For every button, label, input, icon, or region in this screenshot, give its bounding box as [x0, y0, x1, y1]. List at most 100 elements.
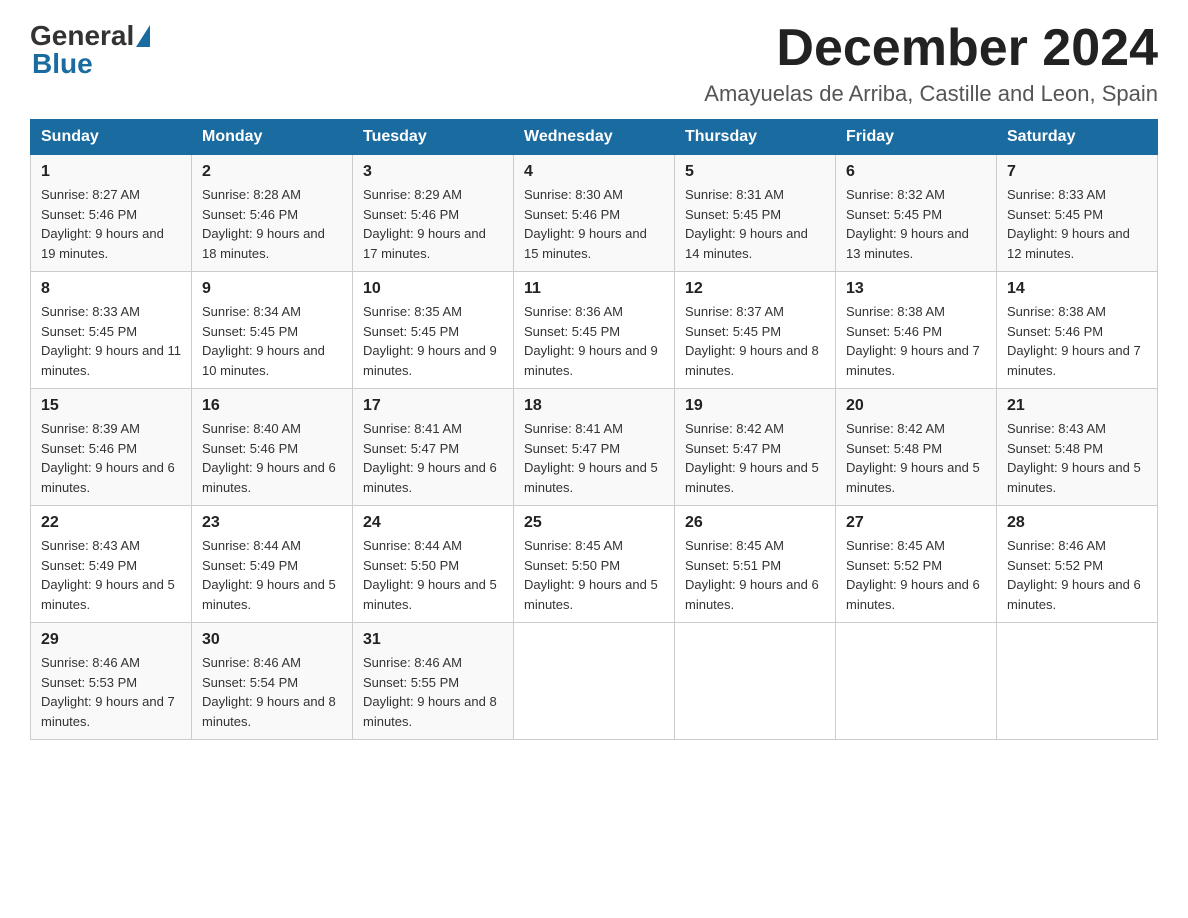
day-info: Sunrise: 8:34 AMSunset: 5:45 PMDaylight:… — [202, 302, 342, 380]
day-info: Sunrise: 8:43 AMSunset: 5:49 PMDaylight:… — [41, 536, 181, 614]
day-number: 17 — [363, 397, 503, 415]
calendar-day-cell: 28 Sunrise: 8:46 AMSunset: 5:52 PMDaylig… — [997, 506, 1158, 623]
day-info: Sunrise: 8:46 AMSunset: 5:55 PMDaylight:… — [363, 653, 503, 731]
day-info: Sunrise: 8:41 AMSunset: 5:47 PMDaylight:… — [363, 419, 503, 497]
calendar-day-cell: 19 Sunrise: 8:42 AMSunset: 5:47 PMDaylig… — [675, 389, 836, 506]
day-info: Sunrise: 8:32 AMSunset: 5:45 PMDaylight:… — [846, 185, 986, 263]
day-number: 24 — [363, 514, 503, 532]
calendar-week-row: 29 Sunrise: 8:46 AMSunset: 5:53 PMDaylig… — [31, 623, 1158, 740]
day-number: 11 — [524, 280, 664, 298]
day-info: Sunrise: 8:45 AMSunset: 5:52 PMDaylight:… — [846, 536, 986, 614]
calendar-day-cell: 2 Sunrise: 8:28 AMSunset: 5:46 PMDayligh… — [192, 155, 353, 272]
day-number: 29 — [41, 631, 181, 649]
day-info: Sunrise: 8:46 AMSunset: 5:52 PMDaylight:… — [1007, 536, 1147, 614]
calendar-day-cell: 29 Sunrise: 8:46 AMSunset: 5:53 PMDaylig… — [31, 623, 192, 740]
calendar-day-cell: 8 Sunrise: 8:33 AMSunset: 5:45 PMDayligh… — [31, 272, 192, 389]
calendar-day-cell: 21 Sunrise: 8:43 AMSunset: 5:48 PMDaylig… — [997, 389, 1158, 506]
day-number: 25 — [524, 514, 664, 532]
calendar-week-row: 15 Sunrise: 8:39 AMSunset: 5:46 PMDaylig… — [31, 389, 1158, 506]
day-number: 23 — [202, 514, 342, 532]
calendar-week-row: 1 Sunrise: 8:27 AMSunset: 5:46 PMDayligh… — [31, 155, 1158, 272]
day-number: 19 — [685, 397, 825, 415]
calendar-day-cell: 30 Sunrise: 8:46 AMSunset: 5:54 PMDaylig… — [192, 623, 353, 740]
day-info: Sunrise: 8:39 AMSunset: 5:46 PMDaylight:… — [41, 419, 181, 497]
day-number: 28 — [1007, 514, 1147, 532]
calendar-day-cell: 13 Sunrise: 8:38 AMSunset: 5:46 PMDaylig… — [836, 272, 997, 389]
day-number: 2 — [202, 163, 342, 181]
page-header: General Blue December 2024 Amayuelas de … — [30, 20, 1158, 107]
calendar-day-cell: 1 Sunrise: 8:27 AMSunset: 5:46 PMDayligh… — [31, 155, 192, 272]
day-number: 9 — [202, 280, 342, 298]
calendar-day-cell: 25 Sunrise: 8:45 AMSunset: 5:50 PMDaylig… — [514, 506, 675, 623]
calendar-day-cell — [675, 623, 836, 740]
day-number: 1 — [41, 163, 181, 181]
calendar-day-cell: 9 Sunrise: 8:34 AMSunset: 5:45 PMDayligh… — [192, 272, 353, 389]
day-info: Sunrise: 8:37 AMSunset: 5:45 PMDaylight:… — [685, 302, 825, 380]
calendar-week-row: 8 Sunrise: 8:33 AMSunset: 5:45 PMDayligh… — [31, 272, 1158, 389]
day-info: Sunrise: 8:30 AMSunset: 5:46 PMDaylight:… — [524, 185, 664, 263]
day-info: Sunrise: 8:31 AMSunset: 5:45 PMDaylight:… — [685, 185, 825, 263]
day-number: 20 — [846, 397, 986, 415]
day-number: 21 — [1007, 397, 1147, 415]
calendar-day-cell: 14 Sunrise: 8:38 AMSunset: 5:46 PMDaylig… — [997, 272, 1158, 389]
day-info: Sunrise: 8:38 AMSunset: 5:46 PMDaylight:… — [1007, 302, 1147, 380]
calendar-day-cell — [514, 623, 675, 740]
calendar-table: Sunday Monday Tuesday Wednesday Thursday… — [30, 119, 1158, 740]
day-info: Sunrise: 8:35 AMSunset: 5:45 PMDaylight:… — [363, 302, 503, 380]
logo: General Blue — [30, 20, 152, 80]
day-info: Sunrise: 8:36 AMSunset: 5:45 PMDaylight:… — [524, 302, 664, 380]
day-number: 22 — [41, 514, 181, 532]
calendar-day-cell: 24 Sunrise: 8:44 AMSunset: 5:50 PMDaylig… — [353, 506, 514, 623]
day-info: Sunrise: 8:40 AMSunset: 5:46 PMDaylight:… — [202, 419, 342, 497]
calendar-day-cell: 15 Sunrise: 8:39 AMSunset: 5:46 PMDaylig… — [31, 389, 192, 506]
day-number: 18 — [524, 397, 664, 415]
day-info: Sunrise: 8:41 AMSunset: 5:47 PMDaylight:… — [524, 419, 664, 497]
calendar-header-row: Sunday Monday Tuesday Wednesday Thursday… — [31, 120, 1158, 155]
calendar-day-cell: 6 Sunrise: 8:32 AMSunset: 5:45 PMDayligh… — [836, 155, 997, 272]
day-number: 15 — [41, 397, 181, 415]
col-monday: Monday — [192, 120, 353, 155]
day-number: 13 — [846, 280, 986, 298]
day-info: Sunrise: 8:42 AMSunset: 5:47 PMDaylight:… — [685, 419, 825, 497]
day-info: Sunrise: 8:28 AMSunset: 5:46 PMDaylight:… — [202, 185, 342, 263]
calendar-day-cell: 20 Sunrise: 8:42 AMSunset: 5:48 PMDaylig… — [836, 389, 997, 506]
day-info: Sunrise: 8:45 AMSunset: 5:50 PMDaylight:… — [524, 536, 664, 614]
calendar-day-cell: 18 Sunrise: 8:41 AMSunset: 5:47 PMDaylig… — [514, 389, 675, 506]
day-number: 31 — [363, 631, 503, 649]
day-number: 14 — [1007, 280, 1147, 298]
day-number: 10 — [363, 280, 503, 298]
col-sunday: Sunday — [31, 120, 192, 155]
calendar-day-cell: 26 Sunrise: 8:45 AMSunset: 5:51 PMDaylig… — [675, 506, 836, 623]
col-wednesday: Wednesday — [514, 120, 675, 155]
day-number: 26 — [685, 514, 825, 532]
calendar-day-cell — [997, 623, 1158, 740]
day-number: 4 — [524, 163, 664, 181]
logo-triangle-icon — [136, 25, 150, 47]
calendar-day-cell: 7 Sunrise: 8:33 AMSunset: 5:45 PMDayligh… — [997, 155, 1158, 272]
calendar-day-cell: 4 Sunrise: 8:30 AMSunset: 5:46 PMDayligh… — [514, 155, 675, 272]
col-saturday: Saturday — [997, 120, 1158, 155]
day-number: 8 — [41, 280, 181, 298]
day-number: 16 — [202, 397, 342, 415]
day-info: Sunrise: 8:46 AMSunset: 5:53 PMDaylight:… — [41, 653, 181, 731]
calendar-day-cell: 11 Sunrise: 8:36 AMSunset: 5:45 PMDaylig… — [514, 272, 675, 389]
calendar-day-cell — [836, 623, 997, 740]
day-info: Sunrise: 8:45 AMSunset: 5:51 PMDaylight:… — [685, 536, 825, 614]
logo-blue-text: Blue — [32, 48, 93, 79]
day-number: 12 — [685, 280, 825, 298]
title-block: December 2024 Amayuelas de Arriba, Casti… — [704, 20, 1158, 107]
location-subtitle: Amayuelas de Arriba, Castille and Leon, … — [704, 81, 1158, 107]
calendar-day-cell: 5 Sunrise: 8:31 AMSunset: 5:45 PMDayligh… — [675, 155, 836, 272]
day-info: Sunrise: 8:44 AMSunset: 5:50 PMDaylight:… — [363, 536, 503, 614]
calendar-day-cell: 31 Sunrise: 8:46 AMSunset: 5:55 PMDaylig… — [353, 623, 514, 740]
day-number: 7 — [1007, 163, 1147, 181]
col-thursday: Thursday — [675, 120, 836, 155]
day-info: Sunrise: 8:33 AMSunset: 5:45 PMDaylight:… — [1007, 185, 1147, 263]
calendar-day-cell: 22 Sunrise: 8:43 AMSunset: 5:49 PMDaylig… — [31, 506, 192, 623]
day-info: Sunrise: 8:27 AMSunset: 5:46 PMDaylight:… — [41, 185, 181, 263]
calendar-day-cell: 3 Sunrise: 8:29 AMSunset: 5:46 PMDayligh… — [353, 155, 514, 272]
day-info: Sunrise: 8:33 AMSunset: 5:45 PMDaylight:… — [41, 302, 181, 380]
day-info: Sunrise: 8:44 AMSunset: 5:49 PMDaylight:… — [202, 536, 342, 614]
day-info: Sunrise: 8:38 AMSunset: 5:46 PMDaylight:… — [846, 302, 986, 380]
day-number: 5 — [685, 163, 825, 181]
